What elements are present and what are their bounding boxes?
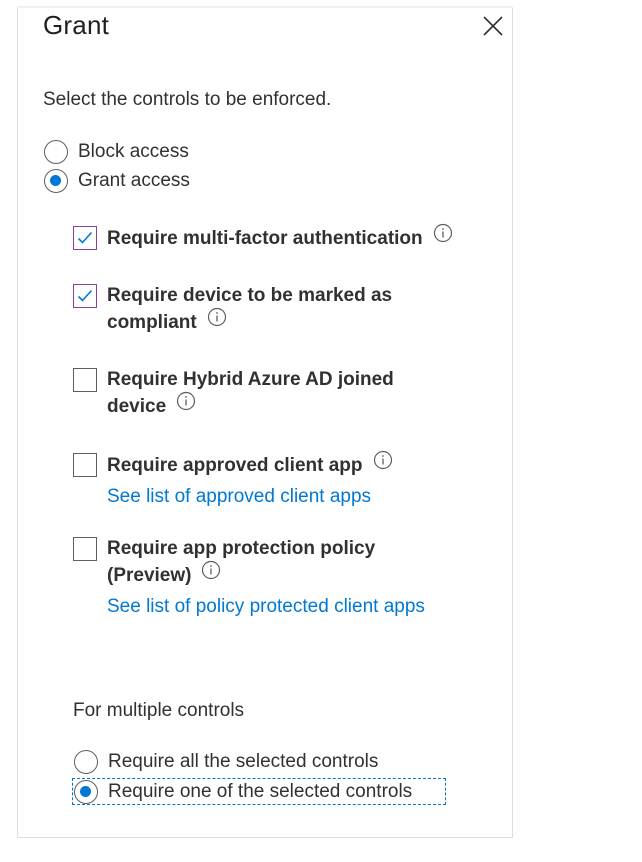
control-hybrid-checkbox[interactable]: Require Hybrid Azure AD joined device (73, 368, 394, 421)
info-icon[interactable] (373, 450, 393, 478)
info-icon[interactable] (176, 391, 196, 419)
info-icon[interactable] (433, 223, 453, 251)
control-app-protection-label-line2: (Preview) (107, 565, 192, 587)
approved-apps-link[interactable]: See list of approved client apps (107, 486, 371, 508)
radio-unchecked-icon (44, 140, 68, 164)
info-icon[interactable] (207, 307, 227, 335)
require-one-radio[interactable]: Require one of the selected controls (74, 780, 412, 804)
control-compliant-label-line1: Require device to be marked as (107, 285, 393, 306)
policy-protected-apps-link[interactable]: See list of policy protected client apps (107, 596, 425, 618)
require-one-label: Require one of the selected controls (108, 781, 413, 802)
control-approved-app-checkbox[interactable]: Require approved client app (73, 450, 393, 480)
panel-title: Grant (43, 10, 110, 40)
require-all-radio[interactable]: Require all the selected controls (74, 750, 378, 774)
control-compliant-label-line2: compliant (107, 312, 197, 334)
checkmark-icon (77, 289, 93, 302)
checkbox-checked (73, 284, 97, 308)
grant-access-radio[interactable]: Grant access (44, 169, 190, 193)
panel-subtitle: Select the controls to be enforced. (43, 89, 332, 110)
multiple-controls-label: For multiple controls (73, 700, 245, 721)
radio-checked-icon (74, 780, 98, 804)
control-app-protection-label-line1: Require app protection policy (107, 538, 376, 559)
close-icon[interactable] (481, 14, 505, 38)
radio-unchecked-icon (74, 750, 98, 774)
require-all-label: Require all the selected controls (108, 751, 379, 772)
radio-checked-icon (44, 169, 68, 193)
control-compliant-checkbox[interactable]: Require device to be marked as compliant (73, 284, 392, 337)
control-hybrid-label-line1: Require Hybrid Azure AD joined (107, 369, 394, 390)
checkbox-unchecked (73, 537, 97, 561)
block-access-radio[interactable]: Block access (44, 140, 189, 164)
grant-access-label: Grant access (78, 170, 190, 191)
checkbox-unchecked (73, 453, 97, 477)
control-approved-app-label: Require approved client app (107, 455, 363, 477)
checkmark-icon (77, 231, 93, 244)
control-hybrid-label-line2: device (107, 396, 167, 418)
control-app-protection-checkbox[interactable]: Require app protection policy (Preview) (73, 537, 375, 590)
control-mfa-checkbox[interactable]: Require multi-factor authentication (73, 223, 453, 253)
checkbox-unchecked (73, 368, 97, 392)
control-mfa-label: Require multi-factor authentication (107, 228, 423, 250)
checkbox-checked (73, 226, 97, 250)
info-icon[interactable] (201, 560, 221, 588)
block-access-label: Block access (78, 141, 189, 162)
